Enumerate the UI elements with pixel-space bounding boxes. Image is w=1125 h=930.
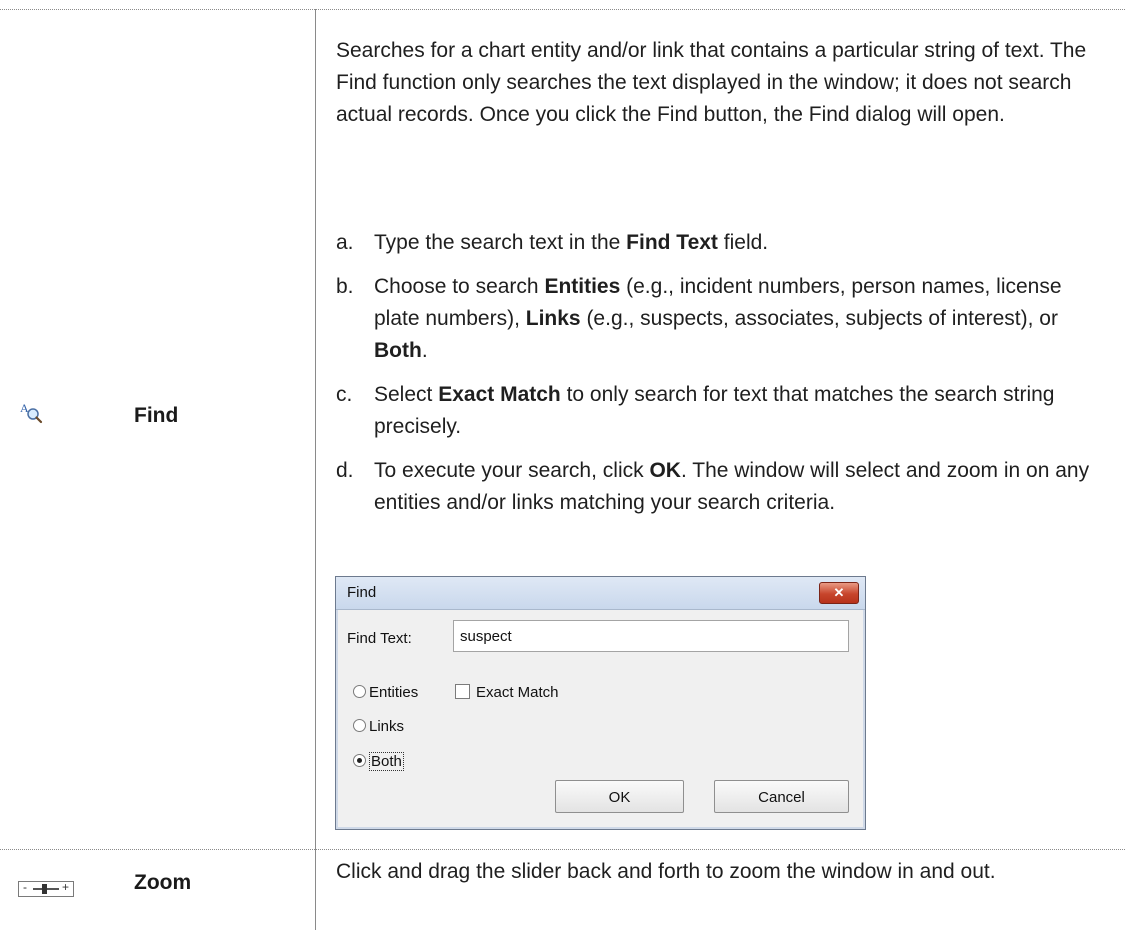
- step-letter: b.: [336, 275, 354, 298]
- find-dialog: Find ✕ Find Text: Entities Links Both Ex…: [335, 576, 866, 830]
- step-letter: c.: [336, 383, 353, 406]
- column-divider: [315, 9, 316, 930]
- dialog-title-bar: Find ✕: [336, 577, 865, 610]
- table-top-rule: [0, 9, 1125, 10]
- find-text-label: Find Text:: [347, 630, 412, 647]
- find-description-text: Searches for a chart entity and/or link …: [336, 39, 1087, 126]
- feature-name-find: Find: [134, 404, 179, 427]
- find-description: Searches for a chart entity and/or link …: [336, 35, 1102, 131]
- find-text-icon: A: [19, 400, 43, 424]
- radio-links[interactable]: Links: [353, 718, 404, 735]
- close-icon[interactable]: ✕: [819, 582, 859, 604]
- step-letter: a.: [336, 231, 354, 254]
- cancel-button[interactable]: Cancel: [714, 780, 849, 813]
- radio-button-selected-icon: [353, 754, 366, 767]
- exact-match-checkbox[interactable]: Exact Match: [455, 684, 559, 701]
- step-a: a. Type the search text in the Find Text…: [336, 227, 1102, 259]
- feature-name-zoom: Zoom: [134, 871, 192, 894]
- ok-button[interactable]: OK: [555, 780, 684, 813]
- zoom-slider-icon: - +: [18, 880, 74, 897]
- dialog-title: Find: [347, 584, 377, 601]
- row-separator-rule: [0, 849, 1125, 850]
- find-steps-list: a. Type the search text in the Find Text…: [336, 227, 1102, 519]
- step-letter: d.: [336, 459, 354, 482]
- radio-entities[interactable]: Entities: [353, 684, 418, 701]
- zoom-description: Click and drag the slider back and forth…: [336, 856, 1102, 888]
- step-c: c. Select Exact Match to only search for…: [336, 379, 1102, 443]
- step-b: b. Choose to search Entities (e.g., inci…: [336, 271, 1102, 367]
- zoom-description-text: Click and drag the slider back and forth…: [336, 860, 996, 883]
- radio-button-icon: [353, 685, 366, 698]
- checkbox-icon: [455, 684, 470, 699]
- radio-button-icon: [353, 719, 366, 732]
- radio-both[interactable]: Both: [353, 752, 404, 771]
- find-text-input[interactable]: [453, 620, 849, 652]
- step-d: d. To execute your search, click OK. The…: [336, 455, 1102, 519]
